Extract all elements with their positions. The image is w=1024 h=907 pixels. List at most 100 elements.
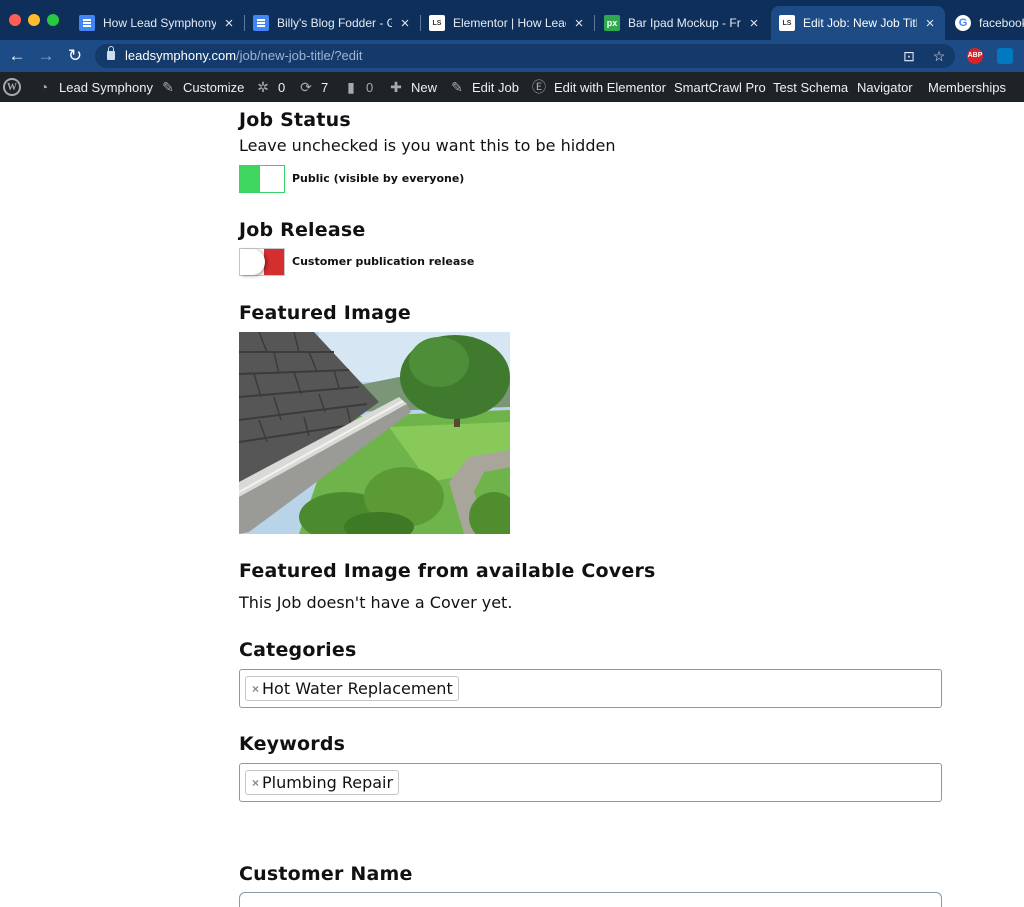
categories-heading: Categories [239, 639, 357, 661]
job-status-heading: Job Status [239, 109, 351, 131]
comments-count: 0 [366, 79, 374, 95]
minimize-window-button[interactable] [28, 14, 40, 26]
job-release-toggle[interactable] [239, 248, 285, 276]
tab-title: Billy's Blog Fodder - Go [277, 16, 392, 30]
google-docs-icon [79, 15, 95, 31]
navigator-link[interactable]: Navigator [857, 72, 913, 102]
featured-covers-heading: Featured Image from available Covers [239, 560, 656, 582]
install-icon[interactable]: ⊡ [900, 47, 918, 65]
close-icon[interactable]: × [222, 15, 236, 32]
selected-tag: × Plumbing Repair [245, 770, 400, 795]
memberships-menu[interactable]: Memberships [928, 72, 1006, 102]
updates-link[interactable]: ✲ 0 [255, 72, 285, 102]
comments-link[interactable]: ▮ 0 [343, 72, 373, 102]
new-label: New [411, 79, 438, 95]
paintbrush-icon: ✎ [162, 78, 174, 95]
customize-label: Customize [183, 79, 245, 95]
back-icon[interactable]: ← [6, 45, 28, 67]
browser-tab-strip: How Lead Symphony H × Billy's Blog Fodde… [0, 0, 1024, 40]
wordpress-logo-button[interactable]: W [3, 72, 21, 102]
keywords-heading: Keywords [239, 733, 346, 755]
wp-admin-bar: W ◔ Lead Symphony ✎ Customize ✲ 0 ⟳ 7 ▮ … [0, 72, 1024, 102]
refresh-count: 7 [321, 79, 329, 95]
close-icon[interactable]: × [398, 15, 412, 32]
browser-tab[interactable]: px Bar Ipad Mockup - Free × [596, 6, 769, 40]
edit-job-label: Edit Job [472, 79, 519, 95]
close-window-button[interactable] [9, 14, 21, 26]
toggle-fill [240, 166, 260, 192]
refresh-link[interactable]: ⟳ 7 [298, 72, 328, 102]
featured-image-photo[interactable] [239, 332, 510, 534]
categories-select[interactable]: × Hot Water Replacement [239, 669, 942, 708]
toggle-knob [240, 249, 265, 275]
test-schema-label: Test Schema [773, 79, 849, 95]
job-status-help: Leave unchecked is you want this to be h… [239, 136, 616, 155]
plus-icon: ✚ [390, 78, 402, 95]
new-content-menu[interactable]: ✚ New [388, 72, 437, 102]
url-domain: leadsymphony.com [125, 48, 237, 63]
tab-title: Bar Ipad Mockup - Free [628, 16, 741, 30]
tab-title: Elementor | How Lead S [453, 16, 566, 30]
tab-title: How Lead Symphony H [103, 16, 216, 30]
url-text[interactable]: leadsymphony.com/job/new-job-title/?edit [125, 48, 363, 63]
selected-tag: × Hot Water Replacement [245, 676, 459, 701]
remove-tag-icon[interactable]: × [252, 682, 259, 696]
browser-tab[interactable]: Billy's Blog Fodder - Go × [245, 6, 421, 40]
pencil-icon: ✎ [451, 78, 463, 95]
address-bar[interactable]: leadsymphony.com/job/new-job-title/?edit… [95, 44, 955, 68]
lock-icon [107, 46, 115, 60]
customer-name-heading: Customer Name [239, 863, 413, 885]
test-schema-link[interactable]: Test Schema [773, 72, 848, 102]
url-path: /job/new-job-title/?edit [236, 48, 363, 63]
browser-tab-active[interactable]: LS Edit Job: New Job Title × [771, 6, 945, 40]
featured-covers-help: This Job doesn't have a Cover yet. [239, 593, 513, 612]
lead-symphony-icon: LS [429, 15, 445, 31]
site-name-menu[interactable]: ◔ Lead Symphony [36, 72, 153, 102]
edit-elementor-label: Edit with Elementor [554, 79, 666, 95]
tab-title: Edit Job: New Job Title [803, 16, 917, 30]
dashboard-icon: ◔ [39, 79, 49, 95]
keywords-select[interactable]: × Plumbing Repair [239, 763, 942, 802]
tag-label: Plumbing Repair [262, 773, 394, 792]
smartcrawl-label: SmartCrawl Pro [674, 79, 766, 95]
pixeden-icon: px [604, 15, 620, 31]
browser-tab[interactable]: G facebook [947, 6, 1024, 40]
google-docs-icon [253, 15, 269, 31]
lead-symphony-icon: LS [779, 15, 795, 31]
close-icon[interactable]: × [747, 15, 761, 32]
adblock-plus-icon[interactable]: ABP [967, 48, 983, 64]
smartcrawl-menu[interactable]: SmartCrawl Pro [674, 72, 766, 102]
remove-tag-icon[interactable]: × [252, 776, 259, 790]
comment-icon: ▮ [347, 78, 355, 95]
memberships-label: Memberships [928, 79, 1007, 95]
job-status-toggle[interactable] [239, 165, 285, 193]
trello-icon[interactable] [997, 48, 1013, 64]
job-release-heading: Job Release [239, 219, 366, 241]
browser-toolbar: ← → ↻ leadsymphony.com/job/new-job-title… [0, 40, 1024, 72]
navigator-label: Navigator [857, 79, 913, 95]
refresh-icon: ⟳ [300, 78, 312, 95]
elementor-icon: Ⓔ [532, 79, 546, 95]
updates-count: 0 [278, 79, 286, 95]
customize-link[interactable]: ✎ Customize [160, 72, 244, 102]
job-status-toggle-label[interactable]: Public (visible by everyone) [292, 172, 464, 185]
zoom-window-button[interactable] [47, 14, 59, 26]
reload-icon[interactable]: ↻ [64, 45, 86, 67]
edit-job-link[interactable]: ✎ Edit Job [449, 72, 519, 102]
job-release-toggle-label[interactable]: Customer publication release [292, 255, 474, 268]
tab-title: facebook [979, 16, 1024, 30]
tag-label: Hot Water Replacement [262, 679, 453, 698]
browser-tab[interactable]: LS Elementor | How Lead S × [421, 6, 595, 40]
updates-gear-icon: ✲ [257, 78, 269, 95]
browser-tab[interactable]: How Lead Symphony H × [71, 6, 245, 40]
site-name-label: Lead Symphony [59, 79, 153, 95]
customer-name-input[interactable] [239, 892, 942, 907]
bookmark-star-icon[interactable]: ☆ [930, 47, 948, 65]
close-icon[interactable]: × [572, 15, 586, 32]
featured-image-heading: Featured Image [239, 302, 411, 324]
edit-elementor-link[interactable]: Ⓔ Edit with Elementor [531, 72, 666, 102]
forward-icon[interactable]: → [35, 45, 57, 67]
close-icon[interactable]: × [923, 15, 937, 32]
google-icon: G [955, 15, 971, 31]
toggle-fill [264, 249, 284, 275]
